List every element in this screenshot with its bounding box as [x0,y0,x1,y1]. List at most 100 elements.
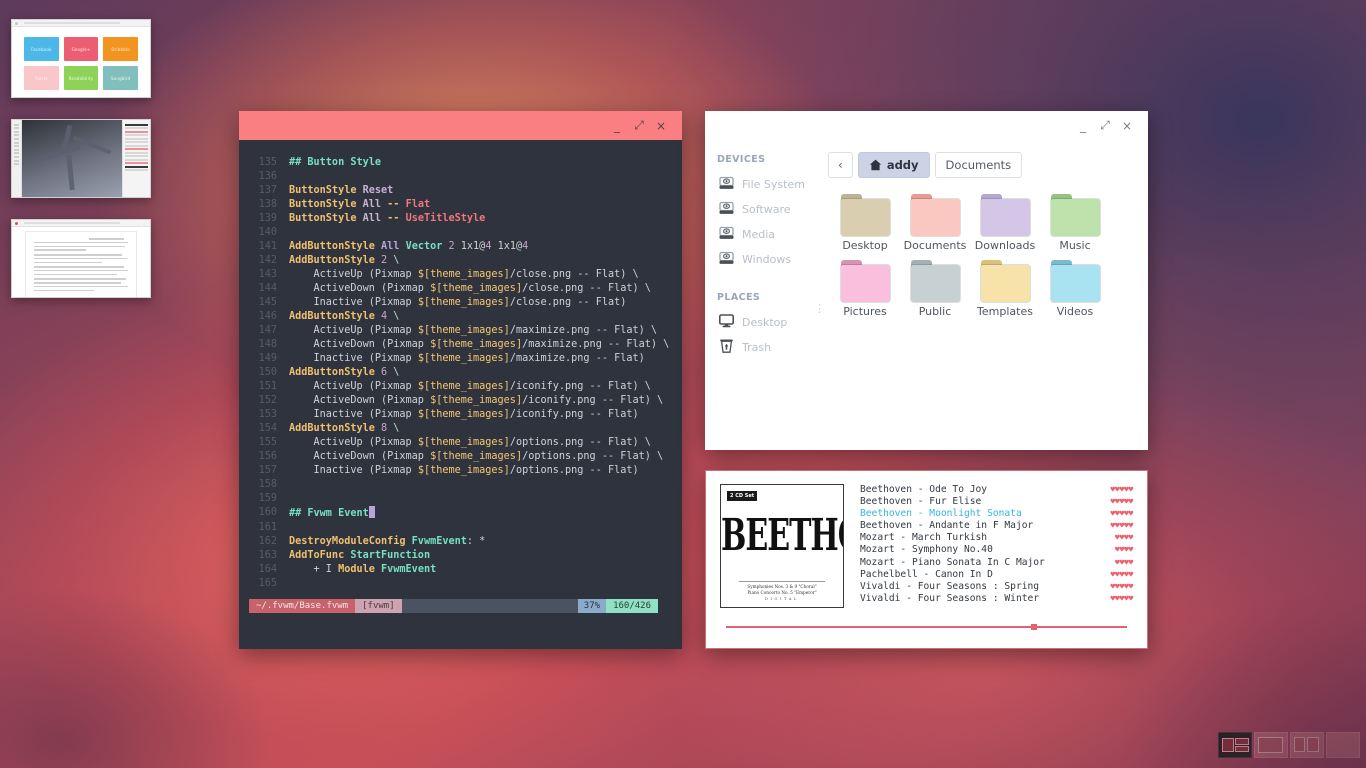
track-row[interactable]: Mozart - March Turkish ♥♥♥♥ [860,532,1133,544]
breadcrumb-current[interactable]: Documents [934,152,1023,178]
track-title: Beethoven - Andante in F Major [860,520,1034,532]
code-line: 136 [239,170,682,184]
folder-label: Pictures [843,305,887,318]
pager-window [1221,737,1234,753]
drive-icon [719,250,734,269]
close-icon[interactable]: × [650,115,672,137]
sidebar-item-label: Windows [742,253,792,266]
line-number: 153 [258,409,277,420]
code-text: Inactive (Pixmap $[theme_images]/options… [289,465,639,476]
pager-desk-1[interactable] [1218,732,1252,758]
track-row[interactable]: Vivaldi - Four Seasons : Spring ♥♥♥♥♥ [860,581,1133,593]
file-manager-body: DEVICES File System Software Media Windows … [705,140,1148,450]
folder-label: Downloads [974,239,1036,252]
track-title: Beethoven - Fur Elise [860,496,982,508]
track-row[interactable]: Vivaldi - Four Seasons : Winter ♥♥♥♥♥ [860,593,1133,605]
folder-label: Music [1059,239,1091,252]
code-line: 160 ## Fvwm Event [239,506,682,521]
code-line: 162 DestroyModuleConfig FvwmEvent: * [239,535,682,549]
track-rating: ♥♥♥♥♥ [1110,485,1133,494]
line-number: 140 [258,227,277,238]
sidebar-item-desktop[interactable]: Desktop [713,310,820,335]
sidebar-item-label: File System [742,178,805,191]
track-rating: ♥♥♥♥♥ [1110,509,1133,519]
drive-icon [719,226,734,239]
back-button[interactable]: ‹ [828,152,853,178]
image-editor-thumbnail[interactable] [11,119,151,198]
line-number: 150 [258,367,277,378]
pager-desk-2[interactable] [1254,732,1288,758]
folder-item-desktop[interactable]: Desktop [830,194,900,252]
code-line: 135 ## Button Style [239,156,682,170]
line-number: 165 [258,578,277,589]
maximize-icon[interactable]: ⤢ [1094,115,1116,137]
track-row[interactable]: Mozart - Piano Sonata In C Major ♥♥♥♥ [860,557,1133,569]
code-text: ActiveUp (Pixmap $[theme_images]/iconify… [289,381,651,392]
folder-item-public[interactable]: Public [900,260,970,318]
track-row[interactable]: Beethoven - Fur Elise ♥♥♥♥♥ [860,496,1133,508]
close-icon[interactable]: × [1116,115,1138,137]
maximize-icon[interactable]: ⤢ [628,115,650,137]
text-cursor [368,506,375,518]
editor-status-bar: ~/.fvwm/Base.fvwm [fvwm] 37% 160/426 [249,599,658,613]
code-line: 137 ButtonStyle Reset [239,184,682,198]
album-divider [739,581,825,582]
seek-handle[interactable] [1030,624,1037,630]
folder-icon [980,260,1030,302]
track-row[interactable]: Mozart - Symphony No.40 ♥♥♥♥ [860,544,1133,556]
sidebar-item-media[interactable]: Media [713,222,820,247]
track-rating: ♥♥♥♥♥ [1110,521,1133,531]
sidebar-resize-handle[interactable]: ⋮ [814,303,825,314]
code-line: 143 ActiveUp (Pixmap $[theme_images]/clo… [239,268,682,282]
code-line: 156 ActiveDown (Pixmap $[theme_images]/o… [239,450,682,464]
devices-list: File System Software Media Windows [713,172,820,272]
folder-item-videos[interactable]: Videos [1040,260,1110,318]
document-viewer-thumbnail[interactable] [11,219,151,298]
code-text: ActiveDown (Pixmap $[theme_images]/maxim… [289,339,670,350]
line-number: 160 [258,507,277,518]
seek-bar[interactable] [726,624,1127,630]
folder-icon [980,194,1030,236]
folder-item-pictures[interactable]: Pictures [830,260,900,318]
tile-readability: Readability [63,66,99,90]
browser-tiles-thumbnail[interactable]: Facebook Google+ Dribbble Forrst Readability… [11,19,151,98]
code-line: 146 AddButtonStyle 4 \ [239,310,682,324]
folder-item-music[interactable]: Music [1040,194,1110,252]
code-line: 164 + I Module FvwmEvent [239,563,682,577]
folder-item-documents[interactable]: Documents [900,194,970,252]
line-number: 141 [258,241,277,252]
sidebar-item-file-system[interactable]: File System [713,172,820,197]
code-text: ActiveDown (Pixmap $[theme_images]/optio… [289,451,664,462]
code-text: AddButtonStyle 6 \ [289,367,400,378]
file-manager-titlebar[interactable]: _ ⤢ × [705,111,1148,140]
code-line: 147 ActiveUp (Pixmap $[theme_images]/max… [239,324,682,338]
code-line: 148 ActiveDown (Pixmap $[theme_images]/m… [239,338,682,352]
line-number: 138 [258,199,277,210]
editor-titlebar[interactable]: _ ⤢ × [239,111,682,140]
pager-window [1258,736,1284,753]
track-row[interactable]: Beethoven - Moonlight Sonata ♥♥♥♥♥ [860,508,1133,520]
code-area[interactable]: 135 ## Button Style 136 137 ButtonStyle Rese… [239,140,682,591]
track-row[interactable]: Pachelbell - Canon In D ♥♥♥♥♥ [860,569,1133,581]
sidebar-item-windows[interactable]: Windows [713,247,820,272]
track-row[interactable]: Beethoven - Andante in F Major ♥♥♥♥♥ [860,520,1133,532]
minimize-icon[interactable]: _ [606,115,628,137]
breadcrumb-home[interactable]: addy [857,152,930,178]
folder-item-templates[interactable]: Templates [970,260,1040,318]
track-list[interactable]: Beethoven - Ode To Joy ♥♥♥♥♥ Beethoven - F… [844,484,1133,608]
track-row[interactable]: Beethoven - Ode To Joy ♥♥♥♥♥ [860,484,1133,496]
track-title: Vivaldi - Four Seasons : Spring [860,580,1040,592]
sidebar-item-trash[interactable]: Trash [713,335,820,360]
pager-desk-3[interactable] [1290,732,1324,758]
line-number: 145 [258,297,277,308]
track-rating: ♥♥♥♥ [1114,557,1133,567]
line-number: 154 [258,423,277,434]
thumbnail-titlebar [12,20,150,27]
code-text: AddButtonStyle 8 \ [289,423,400,434]
folder-item-downloads[interactable]: Downloads [970,194,1040,252]
sidebar-item-software[interactable]: Software [713,197,820,222]
pager-desk-4[interactable] [1326,732,1360,758]
workspace-pager[interactable] [1218,732,1360,758]
minimize-icon[interactable]: _ [1072,115,1094,137]
code-text: Inactive (Pixmap $[theme_images]/maximiz… [289,353,645,364]
